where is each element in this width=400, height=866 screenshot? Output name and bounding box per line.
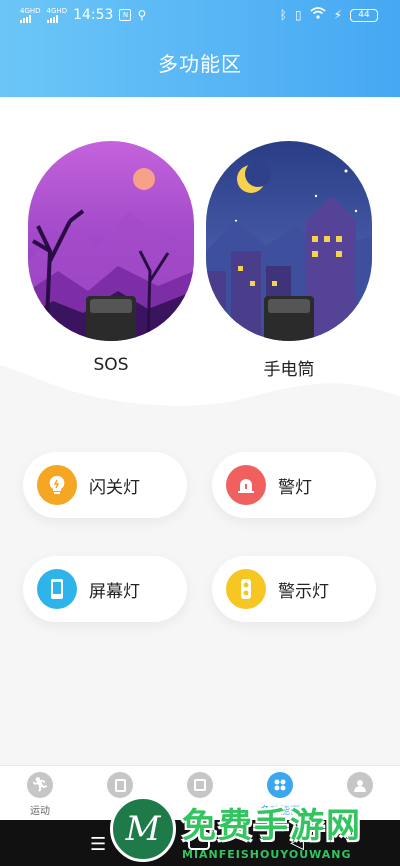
- signal-icon: 4GHD: [46, 6, 68, 23]
- police-light-label: 警灯: [278, 477, 312, 498]
- police-light-button[interactable]: 警灯: [212, 452, 376, 518]
- battery-icon: 44: [350, 8, 378, 22]
- phone-screen-icon: [37, 569, 77, 609]
- wifi-icon: [310, 7, 326, 23]
- apps-icon: [267, 772, 293, 798]
- watermark: M 免费手游网 MIANFEISHOUYOUWANG: [110, 796, 400, 866]
- watermark-logo: M: [110, 796, 176, 862]
- night-forest-illustration: [28, 141, 194, 341]
- signal-icon: 4GHD: [20, 6, 41, 23]
- flashlight-card[interactable]: [206, 141, 372, 341]
- screen-light-label: 屏幕灯: [89, 581, 140, 602]
- screen-light-button[interactable]: 屏幕灯: [23, 556, 187, 622]
- vibrate-icon: ▯: [294, 8, 302, 22]
- night-city-illustration: [206, 141, 372, 341]
- warning-light-button[interactable]: 警示灯: [212, 556, 376, 622]
- sos-card[interactable]: [28, 141, 194, 341]
- nav-item-sport[interactable]: 🏃︎ 运动: [15, 772, 65, 817]
- notes-icon: [107, 772, 133, 798]
- charging-icon: ⚡: [333, 8, 342, 22]
- menu-icon[interactable]: ☰: [90, 834, 106, 855]
- traffic-light-icon: [226, 569, 266, 609]
- header: 4GHD 4GHD 14:53 N ⚲ ᛒ ▯ ⚡ 44 多功能区: [0, 0, 400, 97]
- profile-icon: [347, 772, 373, 798]
- network-label: 4GHD: [46, 6, 68, 15]
- bluetooth-icon: ᛒ: [279, 8, 287, 22]
- flashlight-label: 手电筒: [263, 360, 315, 380]
- status-bar: 4GHD 4GHD 14:53 N ⚲ ᛒ ▯ ⚡ 44: [0, 7, 400, 27]
- clock: 14:53: [73, 7, 114, 23]
- watermark-text: 免费手游网: [182, 806, 362, 846]
- strobe-light-label: 闪关灯: [89, 477, 140, 498]
- siren-icon: [226, 465, 266, 505]
- page-title: 多功能区: [158, 52, 242, 76]
- main-content: SOS 手电筒 闪关灯 警灯 屏幕灯 警示灯: [0, 97, 400, 765]
- warning-light-label: 警示灯: [278, 581, 329, 602]
- calendar-icon: [187, 772, 213, 798]
- strobe-light-button[interactable]: 闪关灯: [23, 452, 187, 518]
- nav-item-label: 运动: [30, 806, 50, 817]
- watermark-subtext: MIANFEISHOUYOUWANG: [182, 848, 352, 861]
- runner-icon: 🏃︎: [27, 772, 53, 798]
- network-label: 4GHD: [20, 6, 41, 15]
- sos-label: SOS: [93, 355, 129, 375]
- notification-icon: N: [119, 9, 132, 21]
- bulb-icon: [37, 465, 77, 505]
- usb-icon: ⚲: [137, 8, 147, 22]
